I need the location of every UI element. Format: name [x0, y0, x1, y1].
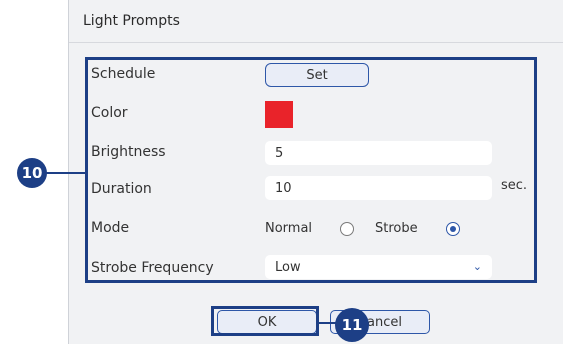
- color-swatch[interactable]: [265, 101, 293, 128]
- mode-option-normal-label: Normal: [265, 221, 313, 236]
- callout-11-badge: 11: [335, 308, 369, 342]
- dialog-title: Light Prompts: [83, 13, 180, 29]
- mode-label: Mode: [91, 220, 130, 236]
- duration-unit: sec.: [501, 178, 528, 193]
- strobe-frequency-label: Strobe Frequency: [91, 260, 214, 276]
- color-label: Color: [91, 105, 128, 121]
- schedule-set-button[interactable]: Set: [265, 63, 369, 87]
- brightness-label: Brightness: [91, 144, 166, 160]
- mode-normal-radio[interactable]: [340, 222, 354, 236]
- duration-input[interactable]: 10: [265, 176, 492, 200]
- duration-label: Duration: [91, 181, 152, 197]
- callout-10-badge: 10: [17, 158, 47, 188]
- strobe-frequency-value: Low: [275, 259, 301, 275]
- callout-10-connector: [46, 172, 85, 174]
- mode-option-strobe-label: Strobe: [375, 221, 418, 236]
- ok-highlight-box: [211, 306, 319, 336]
- schedule-label: Schedule: [91, 66, 156, 82]
- chevron-down-icon: ⌄: [472, 260, 482, 273]
- strobe-frequency-select[interactable]: Low ⌄: [265, 255, 492, 279]
- settings-highlight-box: [85, 57, 537, 283]
- dialog-titlebar: Light Prompts: [69, 0, 563, 43]
- brightness-input[interactable]: 5: [265, 141, 492, 165]
- mode-strobe-radio[interactable]: [446, 222, 460, 236]
